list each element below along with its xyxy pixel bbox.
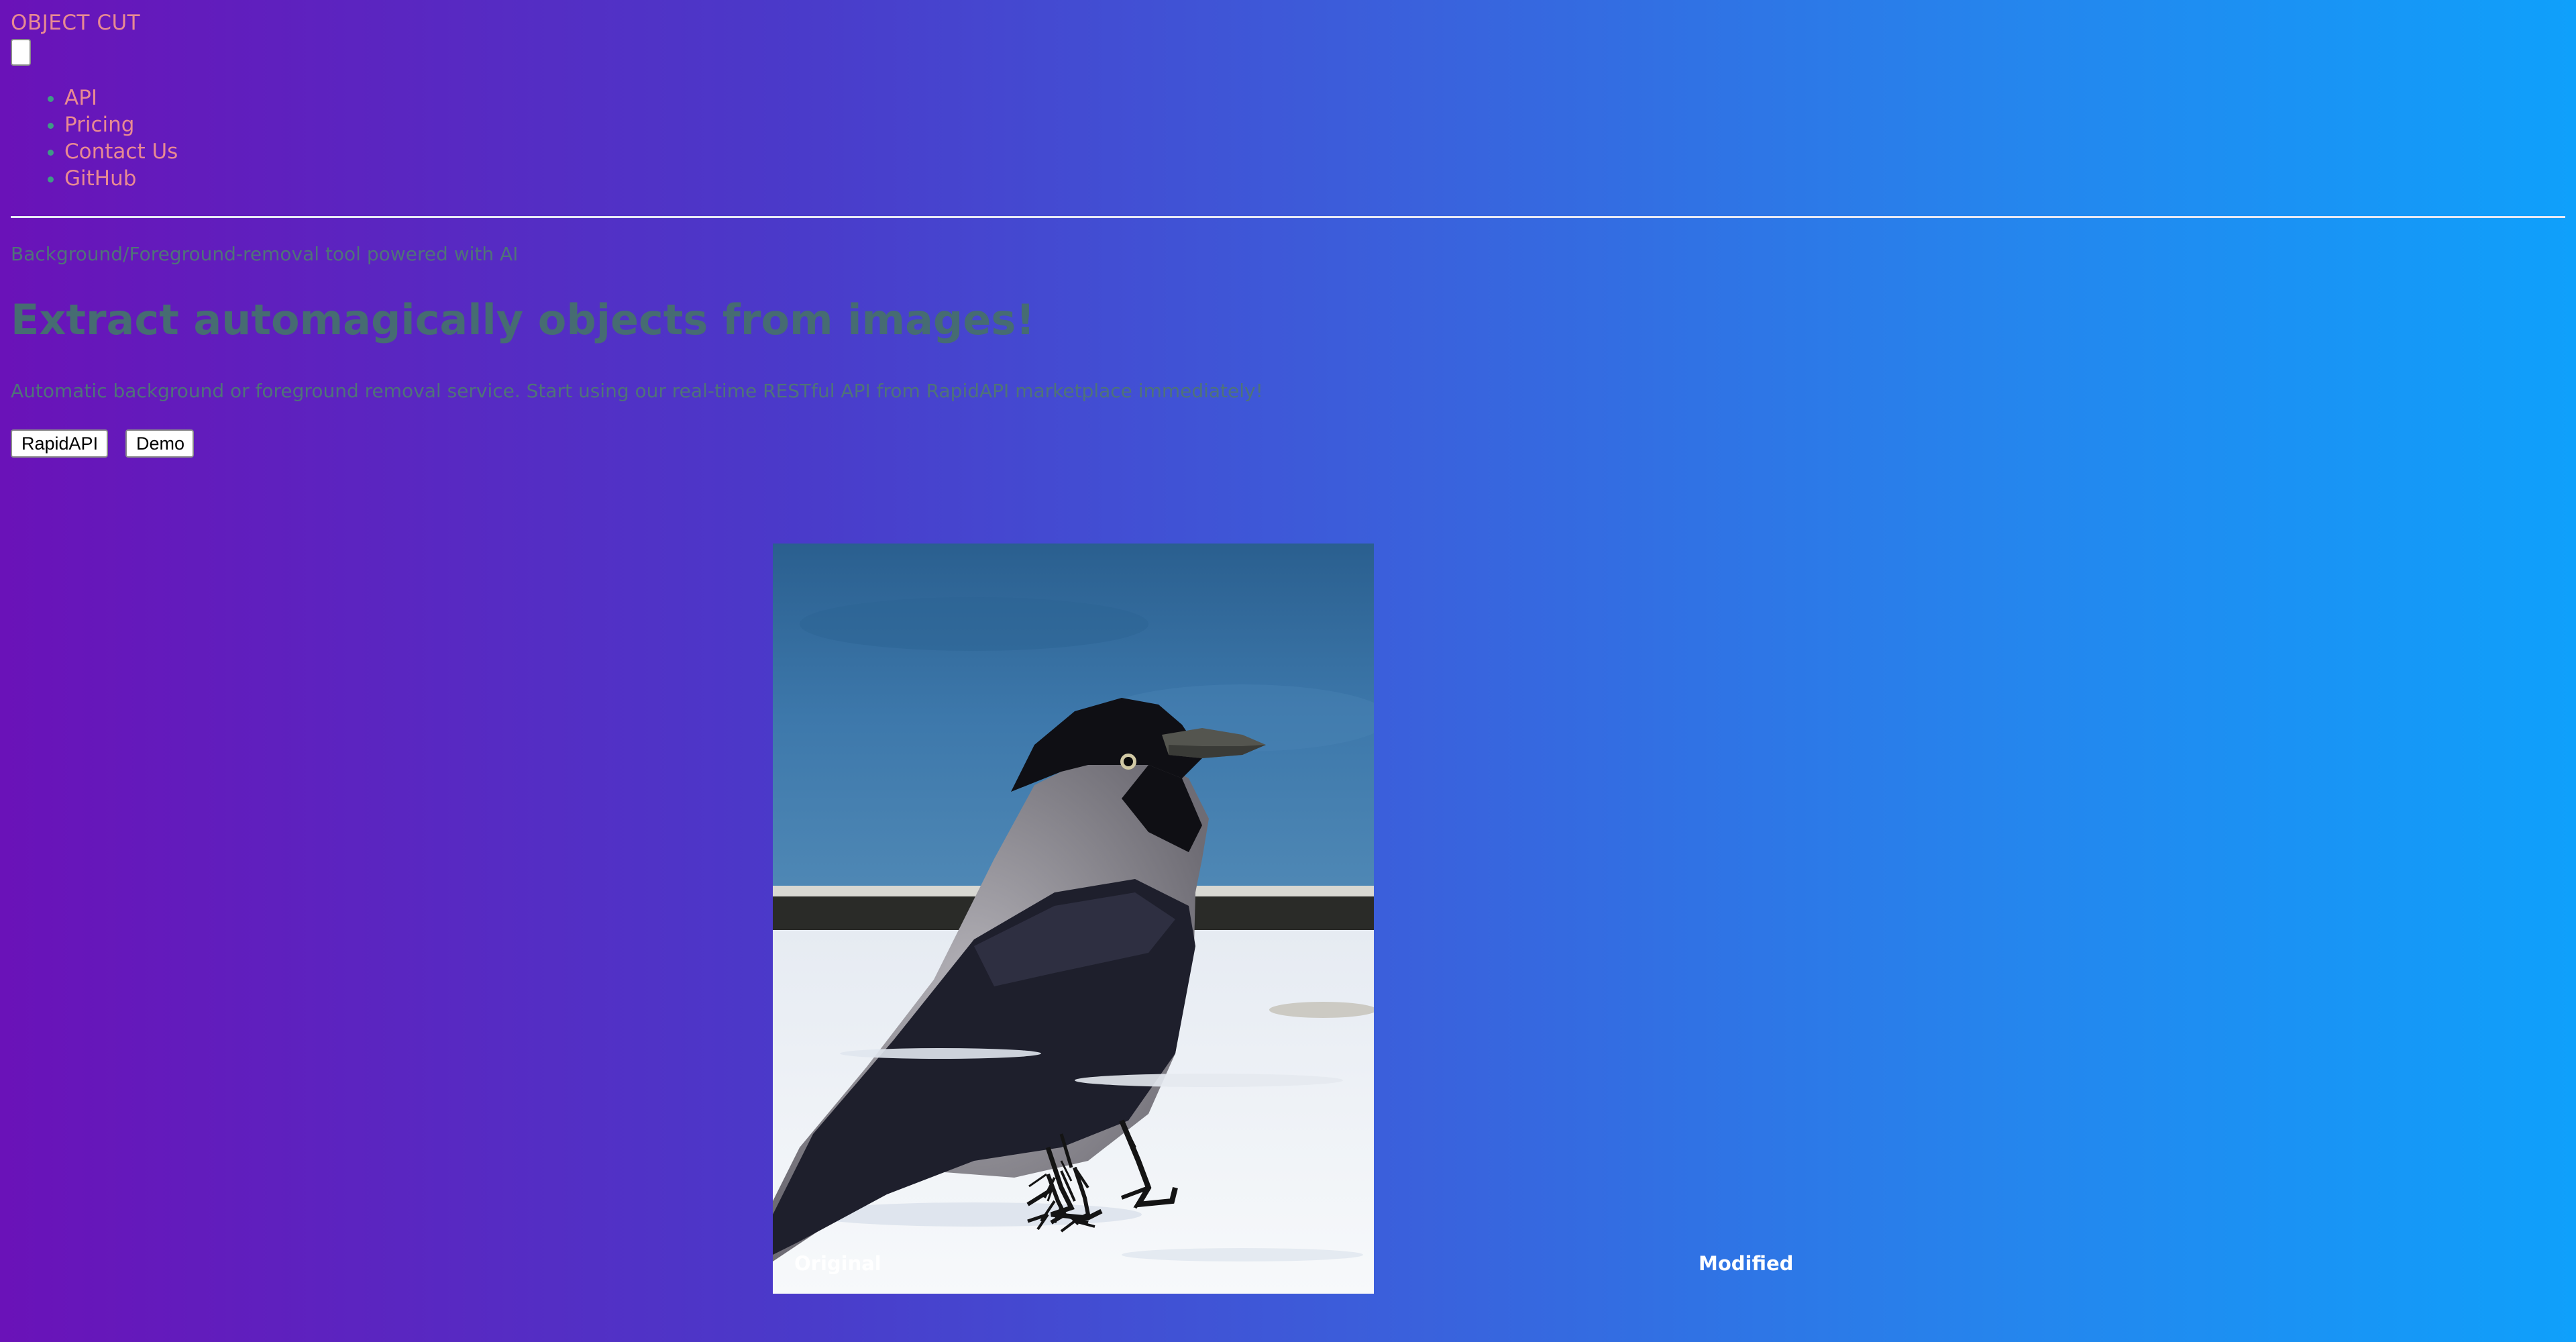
image-comparison[interactable] (773, 544, 1374, 1294)
header-divider (11, 216, 2565, 218)
hero-tagline: Background/Foreground-removal tool power… (11, 243, 519, 265)
nav-item-pricing: Pricing (64, 111, 178, 138)
hero-description: Automatic background or foreground remov… (11, 380, 1263, 402)
nav-item-contact: Contact Us (64, 138, 178, 165)
brand-logo-text[interactable]: OBJECT CUT (11, 11, 140, 35)
demo-button[interactable]: Demo (125, 429, 194, 458)
nav-item-github: GitHub (64, 165, 178, 192)
nav-menu: API Pricing Contact Us GitHub (0, 85, 178, 192)
original-label: Original (794, 1252, 881, 1275)
rapidapi-button[interactable]: RapidAPI (11, 429, 108, 458)
nav-link-contact-us[interactable]: Contact Us (64, 140, 178, 164)
hero-title: Extract automagically objects from image… (11, 295, 1035, 344)
nav-link-pricing[interactable]: Pricing (64, 113, 135, 137)
menu-toggle-button[interactable] (11, 39, 31, 66)
crow-photo (773, 544, 1374, 1294)
modified-label: Modified (1699, 1252, 1794, 1275)
nav-link-github[interactable]: GitHub (64, 166, 136, 191)
nav-item-api: API (64, 85, 178, 111)
nav-link-api[interactable]: API (64, 86, 97, 110)
